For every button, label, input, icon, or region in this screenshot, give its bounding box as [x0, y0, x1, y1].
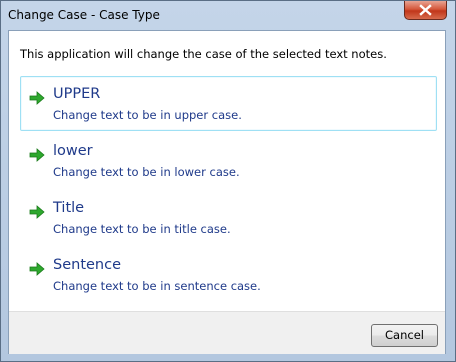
option-title: UPPER — [53, 86, 101, 102]
close-icon — [419, 4, 432, 16]
window-title: Change Case - Case Type — [8, 8, 160, 22]
dialog-window: Change Case - Case Type This application… — [0, 0, 456, 362]
dialog-content: This application will change the case of… — [8, 30, 446, 354]
option-title: lower — [53, 143, 93, 159]
option-upper[interactable]: UPPER Change text to be in upper case. — [20, 76, 437, 131]
green-arrow-right-icon — [29, 262, 45, 276]
option-lower[interactable]: lower Change text to be in lower case. — [20, 133, 437, 188]
option-description: Change text to be in sentence case. — [53, 279, 261, 293]
green-arrow-right-icon — [29, 148, 45, 162]
intro-text: This application will change the case of… — [20, 47, 387, 61]
cancel-button[interactable]: Cancel — [371, 324, 438, 347]
green-arrow-right-icon — [29, 205, 45, 219]
option-description: Change text to be in lower case. — [53, 165, 240, 179]
green-arrow-right-icon — [29, 91, 45, 105]
dialog-footer: Cancel — [9, 311, 445, 354]
option-description: Change text to be in title case. — [53, 222, 231, 236]
option-title: Sentence — [53, 257, 122, 273]
close-button[interactable] — [404, 1, 447, 20]
option-sentence[interactable]: Sentence Change text to be in sentence c… — [20, 247, 437, 302]
title-bar[interactable]: Change Case - Case Type — [1, 1, 455, 31]
option-description: Change text to be in upper case. — [53, 108, 242, 122]
option-title: Title — [53, 200, 85, 216]
option-title-case[interactable]: Title Change text to be in title case. — [20, 190, 437, 245]
